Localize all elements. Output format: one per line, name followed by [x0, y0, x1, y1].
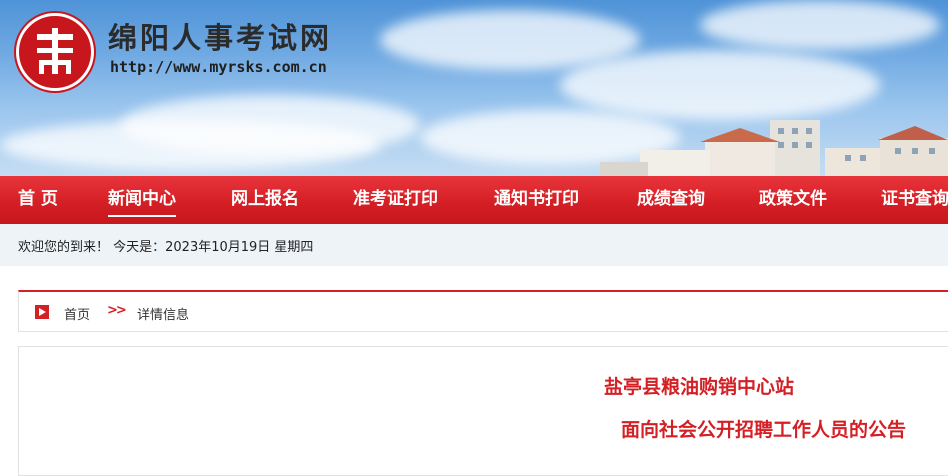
seal-logo-icon[interactable] — [16, 13, 94, 91]
nav-item-score-query[interactable]: 成绩查询 — [637, 176, 705, 224]
nav-item-policy-docs[interactable]: 政策文件 — [759, 176, 827, 224]
breadcrumb-current: 详情信息 — [137, 308, 190, 323]
site-title: 绵阳人事考试网 — [108, 21, 333, 55]
main-nav: 首 页 新闻中心 网上报名 准考证打印 通知书打印 成绩查询 政策文件 证书查询 — [0, 176, 948, 224]
breadcrumb-home-link[interactable]: 首页 — [64, 304, 90, 323]
welcome-bar: 欢迎您的到来！ 今天是：2023年10月19日 星期四 — [0, 224, 948, 266]
nav-item-online-registration[interactable]: 网上报名 — [231, 176, 299, 224]
article-content: 盐亭县粮油购销中心站 面向社会公开招聘工作人员的公告 — [18, 346, 948, 476]
breadcrumb: 首页 >> 详情信息 — [18, 290, 948, 332]
nav-item-certificate-query[interactable]: 证书查询 — [881, 176, 948, 224]
nav-item-news[interactable]: 新闻中心 — [108, 176, 176, 224]
nav-item-notice-print[interactable]: 通知书打印 — [494, 176, 579, 224]
nav-item-admission-ticket[interactable]: 准考证打印 — [353, 176, 438, 224]
play-arrow-icon — [35, 305, 49, 319]
site-url: http://www.myrsks.com.cn — [110, 58, 327, 76]
welcome-date-text: 欢迎您的到来！ 今天是：2023年10月19日 星期四 — [18, 240, 314, 255]
article-title-line2: 面向社会公开招聘工作人员的公告 — [620, 419, 906, 441]
breadcrumb-separator: >> — [107, 303, 127, 318]
article-title-line1: 盐亭县粮油购销中心站 — [603, 376, 794, 398]
header-banner: 绵阳人事考试网 http://www.myrsks.com.cn — [0, 0, 948, 176]
nav-item-home[interactable]: 首 页 — [18, 176, 58, 224]
